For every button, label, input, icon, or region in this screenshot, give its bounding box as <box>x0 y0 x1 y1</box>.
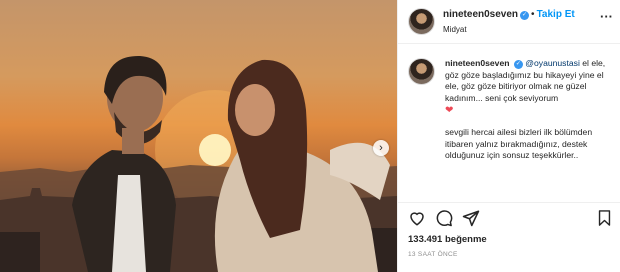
caption-mention[interactable]: @oyaunustasi <box>525 58 580 68</box>
caption-username[interactable]: nineteen0seven <box>445 58 509 68</box>
post-timestamp[interactable]: 13 SAAT ÖNCE <box>408 251 458 258</box>
carousel-next-button[interactable]: › <box>373 140 389 156</box>
more-options-icon[interactable]: ··· <box>600 9 613 24</box>
heart-icon[interactable] <box>408 209 426 229</box>
post-header: nineteen0seven ✓ • Takip Et Midyat ··· <box>398 0 620 44</box>
caption-block: nineteen0seven ✓ @oyaunustasi el ele, gö… <box>398 52 620 202</box>
comment-icon[interactable] <box>435 209 453 229</box>
caption-part2: sevgili hercai ailesi bizleri ilk bölümd… <box>445 126 593 161</box>
chevron-right-icon: › <box>379 141 383 154</box>
follow-button[interactable]: Takip Et <box>537 9 575 20</box>
bookmark-icon[interactable] <box>596 209 613 227</box>
post-actions: 133.491 beğenme 13 SAAT ÖNCE <box>398 202 620 272</box>
verified-badge-icon: ✓ <box>520 11 530 20</box>
header-username[interactable]: nineteen0seven <box>443 9 518 20</box>
caption-text: nineteen0seven ✓ @oyaunustasi el ele, gö… <box>445 58 615 176</box>
caption-avatar[interactable] <box>408 58 435 85</box>
share-icon[interactable] <box>462 209 480 229</box>
avatar[interactable] <box>408 8 435 35</box>
likes-count[interactable]: 133.491 beğenme <box>408 234 487 245</box>
location-link[interactable]: Midyat <box>443 25 467 34</box>
caption-cutoff: … <box>445 169 454 176</box>
heart-emoji-icon: ❤ <box>445 105 454 117</box>
header-separator: • <box>531 9 535 20</box>
post-photo[interactable]: › <box>0 0 397 272</box>
post-side-panel: nineteen0seven ✓ • Takip Et Midyat ··· nine… <box>397 0 620 272</box>
post-photo-illustration <box>0 55 397 272</box>
verified-badge-icon: ✓ <box>513 60 523 69</box>
action-icons <box>408 209 480 229</box>
header-user-row: nineteen0seven ✓ • Takip Et <box>443 9 575 20</box>
